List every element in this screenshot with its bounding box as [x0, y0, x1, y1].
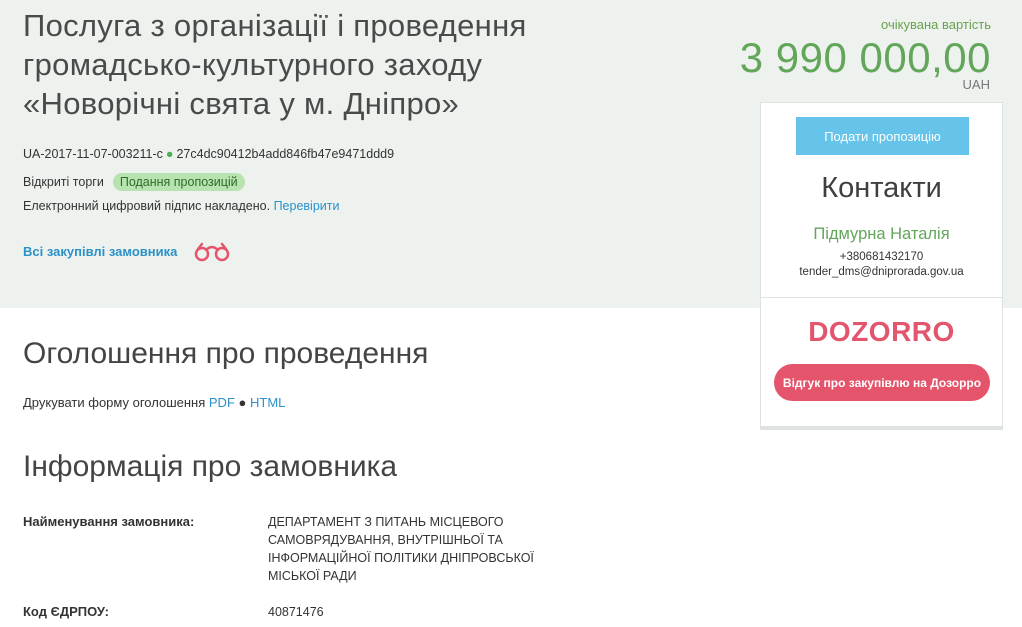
dozorro-logo: DOZORRO [808, 316, 955, 347]
verify-signature-link[interactable]: Перевірити [274, 199, 340, 213]
announcement-section-title: Оголошення про проведення [23, 337, 429, 370]
signature-line: Електронний цифровий підпис накладено. П… [23, 199, 339, 213]
tender-id: UA-2017-11-07-003211-c [23, 147, 163, 161]
tender-status-line: Відкриті торги Подання пропозицій [23, 173, 245, 191]
submit-bid-button[interactable]: Подати пропозицію [796, 117, 969, 155]
customer-name-label: Найменування замовника: [23, 514, 195, 529]
dozorro-review-button[interactable]: Відгук про закупівлю на Дозорро [774, 364, 990, 401]
print-form-label: Друкувати форму оголошення [23, 395, 206, 410]
print-form-line: Друкувати форму оголошення PDF ● HTML [23, 395, 285, 410]
dozorro-card: DOZORRO Відгук про закупівлю на Дозорро [760, 297, 1003, 430]
tender-hash: 27c4dc90412b4add846fb47e9471ddd9 [176, 147, 395, 161]
print-pdf-link[interactable]: PDF [209, 395, 235, 410]
contact-phone: +380681432170 [839, 251, 924, 263]
contact-email: tender_dms@dniprorada.gov.ua [799, 266, 964, 278]
tender-id-line: UA-2017-11-07-003211-c ● 27c4dc90412b4add8… [23, 147, 394, 161]
edrpou-value: 40871476 [268, 605, 324, 619]
expected-price-caption: очікувана вартість [881, 17, 991, 32]
binoculars-icon[interactable] [193, 242, 231, 262]
separator-dot-icon: ● [165, 147, 174, 161]
separator-dot-icon: ● [238, 395, 247, 410]
contact-person-name: Підмурна Наталія [813, 225, 950, 243]
procedure-type: Відкриті торги [23, 175, 104, 189]
customer-section-title: Інформація про замовника [23, 450, 398, 483]
expected-price-value: 3 990 000,00 [739, 34, 991, 81]
all-customer-purchases-link[interactable]: Всі закупівлі замовника [23, 244, 177, 259]
price-currency: UAH [962, 77, 990, 92]
signature-text: Електронний цифровий підпис накладено. [23, 199, 271, 213]
print-html-link[interactable]: HTML [250, 395, 285, 410]
contacts-title: Контакти [821, 172, 942, 204]
tender-title: Послуга з організації і проведення грома… [23, 8, 527, 121]
edrpou-label: Код ЄДРПОУ: [23, 604, 109, 619]
status-badge: Подання пропозицій [112, 173, 245, 191]
contacts-card: Подати пропозицію Контакти Підмурна Ната… [760, 102, 1003, 298]
customer-name-value: ДЕПАРТАМЕНТ З ПИТАНЬ МІСЦЕВОГО САМОВРЯДУ… [268, 515, 534, 583]
